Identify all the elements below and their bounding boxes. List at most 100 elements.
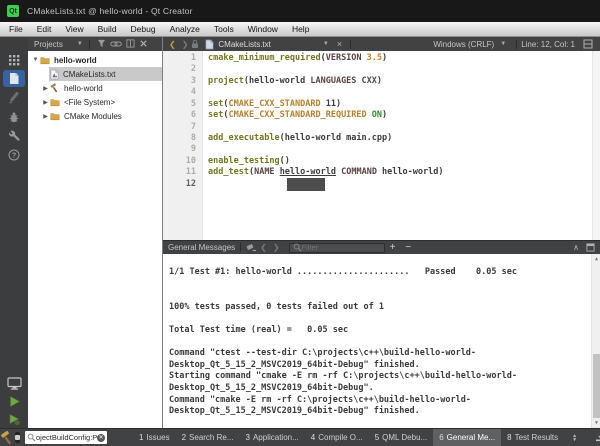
code-editor[interactable]: 123456789101112 cmake_minimum_required(V…: [163, 51, 600, 240]
mode-help-button[interactable]: ?: [2, 145, 26, 164]
svg-text:?: ?: [12, 150, 17, 159]
output-tab-test-results[interactable]: 8Test Results: [501, 429, 564, 446]
kit-monitor-icon: [7, 377, 22, 390]
menu-file[interactable]: File: [2, 22, 30, 36]
output-tab-compile-o[interactable]: 4Compile O...: [305, 429, 369, 446]
caret-collapsed-icon[interactable]: ▶: [42, 113, 49, 120]
output-panel-title: General Messages: [168, 243, 235, 252]
output-tab-general-me[interactable]: 6General Me...: [433, 429, 501, 446]
output-console[interactable]: 1/1 Test #1: hello-world ...............…: [163, 254, 600, 428]
line-number: 4: [166, 87, 196, 98]
split-editor-icon: [583, 39, 593, 49]
close-icon[interactable]: [139, 39, 148, 48]
back-icon[interactable]: ❮: [169, 40, 176, 49]
clear-locator-icon[interactable]: ✕: [97, 434, 105, 442]
window-title: CMakeLists.txt @ hello-world - Qt Creato…: [27, 6, 193, 16]
output-line: 1/1 Test #1: hello-world ...............…: [169, 267, 588, 279]
previous-item-icon[interactable]: ❮: [260, 243, 267, 252]
output-tab-search-re[interactable]: 2Search Re...: [176, 429, 240, 446]
line-number: 7: [166, 122, 196, 133]
output-line: Starting command "cmake -E rm -rf C:\pro…: [169, 371, 588, 383]
close-document-icon[interactable]: ×: [337, 39, 342, 49]
chevron-down-icon[interactable]: ▼: [77, 41, 83, 47]
caret-collapsed-icon[interactable]: ▶: [42, 99, 49, 106]
folder-icon: [40, 56, 50, 65]
split-view-icon[interactable]: [126, 39, 135, 48]
filter-funnel-icon[interactable]: [97, 39, 106, 48]
zoom-in-button[interactable]: +: [390, 243, 396, 253]
tree-item-cmakelists-txt[interactable]: CMakeLists.txt: [28, 67, 162, 81]
mode-grid-button[interactable]: [2, 50, 26, 69]
mode-design-pencil-button[interactable]: [2, 88, 26, 107]
zoom-out-button[interactable]: −: [405, 243, 411, 253]
output-tab-issues[interactable]: 1Issues: [133, 429, 176, 446]
minimize-output-icon[interactable]: [586, 433, 600, 442]
scroll-down-icon[interactable]: ▼: [592, 420, 600, 426]
menu-tools[interactable]: Tools: [207, 22, 241, 36]
file-icon: [205, 39, 214, 50]
tree-item-file-system[interactable]: ▶ <File System>: [28, 95, 162, 109]
clear-icon: [246, 243, 257, 253]
tree-item-hello-world[interactable]: ▶hello-world: [28, 81, 162, 95]
search-icon: [293, 243, 302, 252]
menu-build[interactable]: Build: [91, 22, 124, 36]
build-hammer-icon[interactable]: [0, 431, 15, 445]
menu-help[interactable]: Help: [285, 22, 316, 36]
file-doc-icon: [205, 39, 214, 50]
tree-item-hello-world[interactable]: ▼hello-world: [28, 53, 162, 67]
split-editor-icon[interactable]: [583, 39, 593, 49]
output-tab-application[interactable]: 3Application...: [240, 429, 305, 446]
next-item-icon[interactable]: ❯: [273, 243, 280, 252]
tree-item-cmake-modules[interactable]: ▶CMake Modules: [28, 109, 162, 123]
mode-projects-wrench-button[interactable]: [2, 126, 26, 145]
mode-debug-bug-button[interactable]: [2, 107, 26, 126]
project-tree: ▼hello-worldCMakeLists.txt▶hello-world▶<…: [28, 51, 162, 123]
scrollbar-thumb[interactable]: [593, 354, 600, 418]
minimize-output-icon: [595, 433, 600, 442]
locator-input[interactable]: ojectBuildConfig:Path) ✕: [25, 431, 107, 444]
progress-indicator[interactable]: [15, 432, 20, 443]
menu-window[interactable]: Window: [241, 22, 285, 36]
build-hammer-icon: [0, 431, 15, 445]
document-tab-label: CMakeLists.txt: [218, 40, 270, 49]
filter-input[interactable]: [302, 243, 381, 252]
output-tab-qml-debu[interactable]: 5QML Debu...: [369, 429, 434, 446]
projects-panel-title[interactable]: Projects: [31, 40, 63, 49]
tree-item-label: <File System>: [64, 98, 115, 107]
menu-edit[interactable]: Edit: [30, 22, 59, 36]
maximize-pane-icon[interactable]: [586, 243, 595, 252]
output-filter-box[interactable]: [289, 243, 385, 253]
statusbar: ojectBuildConfig:Path) ✕ 1Issues2Search …: [0, 428, 600, 446]
encoding-selector[interactable]: Windows (CRLF): [433, 40, 494, 49]
scroll-up-icon[interactable]: ▲: [592, 256, 600, 262]
editor-scrollbar[interactable]: [592, 51, 600, 240]
debug-run-button[interactable]: [0, 410, 28, 428]
line-number: 2: [166, 64, 196, 75]
forward-icon[interactable]: ❯: [182, 40, 189, 49]
debug-run-icon: [8, 413, 21, 426]
link-sync-icon[interactable]: [110, 40, 122, 48]
edit-mode-icon: [8, 72, 20, 85]
output-line: Command "cmake -E rm -rf C:\projects\c++…: [169, 395, 588, 407]
collapse-pane-icon[interactable]: ∧: [573, 243, 579, 252]
folder-icon: [50, 112, 60, 121]
output-line: [169, 313, 588, 325]
caret-expanded-icon[interactable]: ▼: [32, 57, 39, 63]
output-line: Desktop_Qt_5_15_2_MSVC2019_64bit-Debug" …: [169, 406, 588, 418]
open-documents-dropdown-icon[interactable]: ▼: [323, 41, 329, 47]
run-button[interactable]: [0, 392, 28, 410]
document-tab[interactable]: CMakeLists.txt: [205, 39, 270, 50]
menu-view[interactable]: View: [58, 22, 90, 36]
chevron-down-icon[interactable]: ▼: [500, 41, 506, 47]
output-line: Desktop_Qt_5_15_2_MSVC2019_64bit-Debug" …: [169, 360, 588, 372]
code-line-1: cmake_minimum_required(VERSION 3.5): [208, 53, 387, 64]
lock-icon: [191, 39, 199, 49]
caret-collapsed-icon[interactable]: ▶: [42, 85, 49, 92]
menu-analyze[interactable]: Analyze: [163, 22, 207, 36]
clear-icon[interactable]: [246, 243, 257, 253]
mode-edit-mode-button[interactable]: [3, 70, 25, 87]
output-scrollbar[interactable]: ▲ ▼: [591, 254, 600, 428]
menu-debug[interactable]: Debug: [124, 22, 163, 36]
code-line-10: enable_testing(): [208, 156, 290, 167]
kit-selector-button[interactable]: [0, 374, 28, 392]
